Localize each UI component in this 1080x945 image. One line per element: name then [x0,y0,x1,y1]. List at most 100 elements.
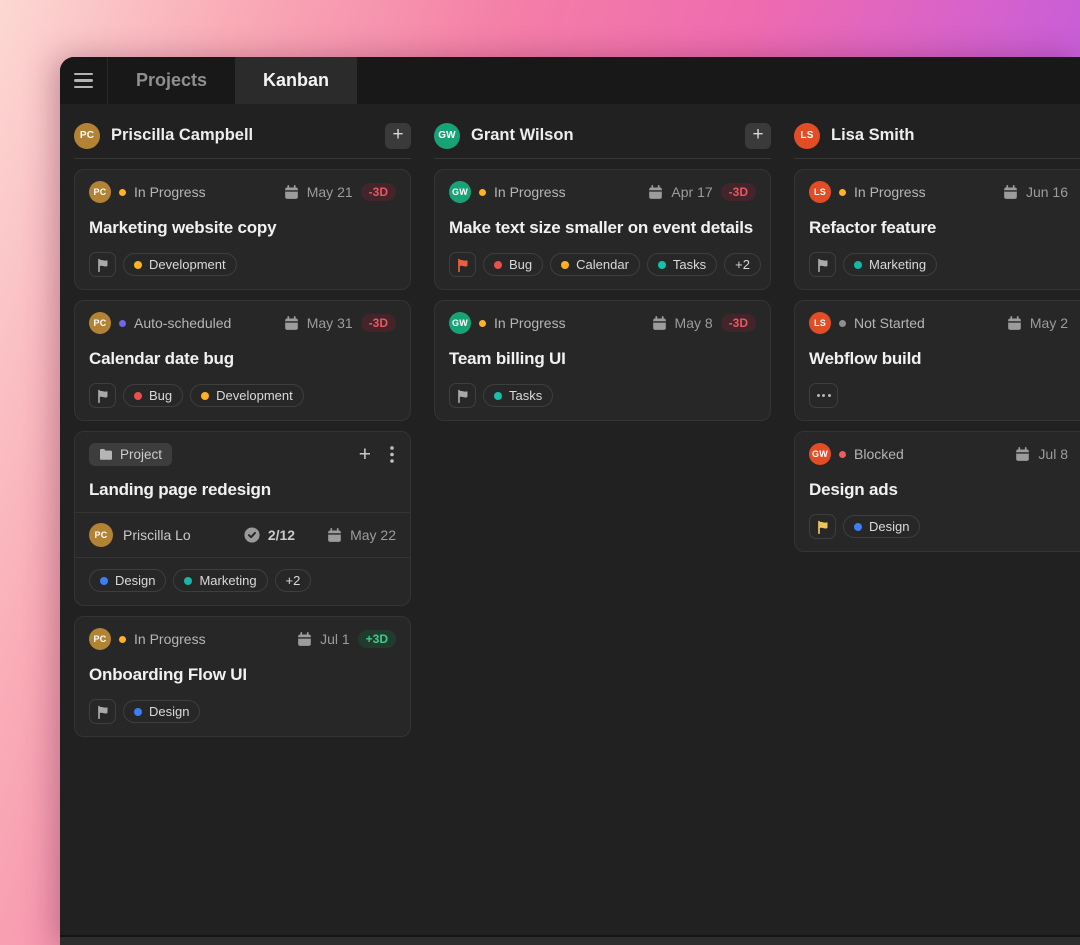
due-date: May 8 [675,315,713,331]
column-header: GW Grant Wilson + [434,113,771,158]
column-name: Grant Wilson [471,126,574,145]
flag-button[interactable] [89,252,116,277]
flag-button[interactable] [809,514,836,539]
calendar-icon [1003,185,1018,200]
card-title: Webflow build [809,349,1080,369]
flag-button[interactable] [449,383,476,408]
label-pill: Design [123,700,200,723]
tab-kanban[interactable]: Kanban [235,57,357,104]
label-dot [494,261,502,269]
kanban-task-card[interactable]: PCAuto-scheduledMay 31-3DCalendar date b… [74,300,411,421]
kanban-task-card[interactable]: LSNot StartedMay 2 Webflow build [794,300,1080,421]
label-pill: Marketing [173,569,267,592]
card-meta: PCIn ProgressMay 21-3D [89,181,396,203]
deadline-badge: -3D [721,314,756,332]
calendar-icon [1007,316,1022,331]
label-pill: Bug [123,384,183,407]
due-date: May 22 [350,527,396,543]
kanban-task-card[interactable]: PCIn ProgressMay 21-3DMarketing website … [74,169,411,290]
deadline-badge: -3D [361,183,396,201]
flag-icon [456,389,470,403]
kanban-project-card[interactable]: Project+Landing page redesignPCPriscilla… [74,431,411,606]
label-text: Bug [509,257,532,272]
project-menu-button[interactable] [388,446,396,463]
card-meta-right: Apr 17-3D [648,183,756,201]
kanban-task-card[interactable]: PCIn ProgressJul 1+3DOnboarding Flow UID… [74,616,411,737]
column-name: Priscilla Campbell [111,126,253,145]
kanban-task-card[interactable]: GWIn ProgressMay 8-3DTeam billing UITask… [434,300,771,421]
add-card-button[interactable]: + [385,123,411,149]
kanban-task-card[interactable]: GWIn ProgressApr 17-3DMake text size sma… [434,169,771,290]
label-text: Development [216,388,293,403]
card-labels: Design [89,699,396,724]
card-title: Team billing UI [449,349,756,369]
flag-icon [96,705,110,719]
project-badge-label: Project [120,447,162,462]
card-title: Design ads [809,480,1080,500]
flag-button[interactable] [89,383,116,408]
status-label: In Progress [134,184,206,200]
label-dot [494,392,502,400]
due-date: May 31 [307,315,353,331]
status-label: In Progress [854,184,926,200]
due-date: Jul 1 [320,631,350,647]
status-dot [839,320,846,327]
label-pill: Development [190,384,304,407]
kanban-task-card[interactable]: GWBlockedJul 8 Design ads Design [794,431,1080,552]
label-text: Marketing [199,573,256,588]
tab-projects[interactable]: Projects [108,57,235,104]
label-text: Design [115,573,155,588]
due-date: May 2 [1030,315,1068,331]
flag-icon [96,258,110,272]
status-dot [119,189,126,196]
status-label: Auto-scheduled [134,315,231,331]
calendar-icon [648,185,663,200]
calendar-icon [284,185,299,200]
label-dot [184,577,192,585]
kanban-task-card[interactable]: LSIn ProgressJun 16Refactor featureMarke… [794,169,1080,290]
card-labels: Design [809,514,1080,539]
project-owner-row: PCPriscilla Lo2/12May 22 [75,512,410,557]
calendar-icon [284,316,299,331]
column-avatar: GW [434,123,460,149]
card-meta-right: Jul 1+3D [297,630,396,648]
card-meta: LSNot StartedMay 2 [809,312,1080,334]
flag-button[interactable] [809,252,836,277]
label-dot [201,392,209,400]
flag-button[interactable] [89,699,116,724]
more-options-button[interactable] [809,383,838,408]
card-labels: Marketing [809,252,1080,277]
label-text: Bug [149,388,172,403]
status-dot [839,189,846,196]
label-pill: Development [123,253,237,276]
column-header: PCPriscilla Campbell+ [74,113,411,158]
hamburger-icon[interactable] [60,57,107,104]
card-title: Refactor feature [809,218,1080,238]
assignee-avatar: GW [809,443,831,465]
kebab-menu-icon [390,446,394,463]
flag-button[interactable] [449,252,476,277]
calendar-icon [652,316,667,331]
card-labels: BugCalendarTasks+2 [449,252,756,277]
label-pill: Design [89,569,166,592]
add-card-button[interactable]: + [745,123,771,149]
label-dot [134,261,142,269]
extra-labels-pill: +2 [275,569,312,592]
add-task-to-project-button[interactable]: + [359,444,371,465]
topbar: Projects Kanban [60,57,1080,104]
card-title: Calendar date bug [89,349,396,369]
label-text: Tasks [509,388,542,403]
label-dot [854,523,862,531]
assignee-avatar: PC [89,312,111,334]
column-cards: PCIn ProgressMay 21-3DMarketing website … [74,169,411,737]
card-meta-right: May 21 -3D [284,183,396,201]
kanban-board: PCPriscilla Campbell+PCIn ProgressMay 21… [60,104,1080,945]
card-meta: GWBlockedJul 8 [809,443,1080,465]
column-divider [434,158,771,159]
status-label: In Progress [134,631,206,647]
due-date: May 21 [307,184,353,200]
project-progress: 2/12 [244,527,295,543]
card-meta-right: May 2 [1007,315,1068,331]
card-meta: GWIn ProgressMay 8-3D [449,312,756,334]
card-title: Onboarding Flow UI [89,665,396,685]
